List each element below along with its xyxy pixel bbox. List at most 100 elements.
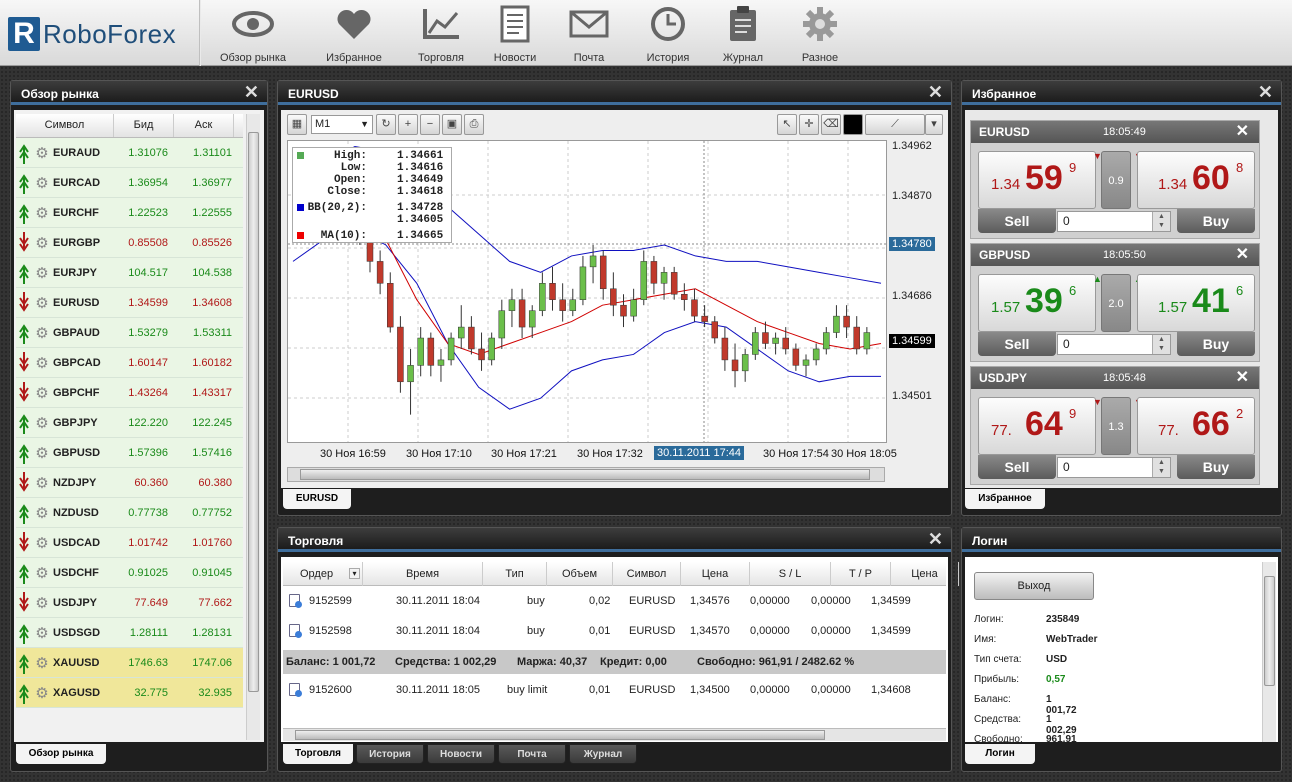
market-watch-row[interactable]: ⚙ USDSGD 1.28111 1.28131: [16, 618, 243, 648]
eraser-icon[interactable]: ⌫: [821, 114, 841, 135]
close-icon[interactable]: ✕: [1236, 244, 1249, 266]
lot-size-input[interactable]: 0 ▲ ▼: [1057, 457, 1171, 478]
column-bid[interactable]: Бид: [114, 114, 174, 137]
market-watch-row[interactable]: ⚙ GBPCHF 1.43264 1.43317: [16, 378, 243, 408]
symbol-settings-gear-icon[interactable]: ⚙: [34, 324, 50, 342]
market-watch-row[interactable]: ⚙ USDJPY 77.649 77.662: [16, 588, 243, 618]
tab-market-watch[interactable]: Обзор рынка: [16, 744, 106, 764]
market-watch-row[interactable]: ⚙ GBPJPY 122.220 122.245: [16, 408, 243, 438]
scrollbar-thumb[interactable]: [300, 469, 870, 480]
tab-trade-3[interactable]: Почта: [498, 744, 566, 764]
symbol-settings-gear-icon[interactable]: ⚙: [34, 444, 50, 462]
close-icon[interactable]: ✕: [244, 81, 259, 103]
chevron-down-icon[interactable]: ▾: [925, 114, 943, 135]
symbol-settings-gear-icon[interactable]: ⚙: [34, 234, 50, 252]
market-watch-row[interactable]: ⚙ EURGBP 0.85508 0.85526: [16, 228, 243, 258]
symbol-settings-gear-icon[interactable]: ⚙: [34, 144, 50, 162]
tab-favorites[interactable]: Избранное: [965, 489, 1045, 509]
close-icon[interactable]: ✕: [1236, 121, 1249, 143]
chart-type-icon[interactable]: ⟋: [865, 114, 925, 135]
order-row[interactable]: 9152600 30.11.2011 18:05 buy limit 0,01 EURU…: [283, 675, 946, 705]
symbol-settings-gear-icon[interactable]: ⚙: [34, 654, 50, 672]
tab-trade-0[interactable]: Торговля: [283, 744, 353, 764]
market-watch-scrollbar[interactable]: [246, 114, 260, 740]
market-watch-row[interactable]: ⚙ XAUUSD 1746.63 1747.06: [16, 648, 243, 678]
lot-size-input[interactable]: 0 ▲ ▼: [1057, 334, 1171, 355]
market-watch-row[interactable]: ⚙ USDCHF 0.91025 0.91045: [16, 558, 243, 588]
column-price[interactable]: Цена: [681, 562, 750, 586]
symbol-settings-gear-icon[interactable]: ⚙: [34, 504, 50, 522]
market-watch-row[interactable]: ⚙ EURCHF 1.22523 1.22555: [16, 198, 243, 228]
column-ask[interactable]: Аск: [174, 114, 234, 137]
symbol-settings-gear-icon[interactable]: ⚙: [34, 414, 50, 432]
market-watch-row[interactable]: ⚙ USDCAD 1.01742 1.01760: [16, 528, 243, 558]
nav-heart-button[interactable]: Избранное: [317, 0, 391, 66]
tab-trade-4[interactable]: Журнал: [569, 744, 637, 764]
market-watch-row[interactable]: ⚙ EURAUD 1.31076 1.31101: [16, 138, 243, 168]
close-icon[interactable]: ✕: [1258, 81, 1273, 103]
market-watch-row[interactable]: ⚙ EURUSD 1.34599 1.34608: [16, 288, 243, 318]
color-picker-icon[interactable]: [843, 114, 863, 135]
trade-hscrollbar[interactable]: [283, 728, 946, 741]
sell-quote[interactable]: 1.57 39 6: [978, 274, 1096, 332]
symbol-settings-gear-icon[interactable]: ⚙: [34, 564, 50, 582]
buy-quote[interactable]: 1.34 60 8: [1137, 151, 1255, 209]
buy-button[interactable]: Buy: [1177, 209, 1255, 233]
nav-chart-button[interactable]: Торговля: [404, 0, 478, 66]
nav-eye-button[interactable]: Обзор рынка: [210, 0, 296, 66]
scrollbar-thumb[interactable]: [248, 132, 259, 692]
column-symbol[interactable]: Символ: [16, 114, 114, 137]
market-watch-row[interactable]: ⚙ EURCAD 1.36954 1.36977: [16, 168, 243, 198]
nav-clipboard-button[interactable]: Журнал: [710, 0, 776, 66]
column-time[interactable]: Время: [363, 562, 483, 586]
lot-size-input[interactable]: 0 ▲ ▼: [1057, 211, 1171, 232]
tab-chart-eurusd[interactable]: EURUSD: [283, 489, 351, 509]
sell-quote[interactable]: 1.34 59 9: [978, 151, 1096, 209]
refresh-icon[interactable]: ↻: [376, 114, 396, 135]
market-watch-row[interactable]: ⚙ GBPAUD 1.53279 1.53311: [16, 318, 243, 348]
symbol-settings-gear-icon[interactable]: ⚙: [34, 474, 50, 492]
market-watch-row[interactable]: ⚙ XAGUSD 32.775 32.935: [16, 678, 243, 708]
nav-clock-button[interactable]: История: [630, 0, 706, 66]
indicators-icon[interactable]: ▦: [287, 114, 307, 135]
symbol-settings-gear-icon[interactable]: ⚙: [34, 294, 50, 312]
scrollbar-thumb[interactable]: [295, 730, 825, 740]
symbol-settings-gear-icon[interactable]: ⚙: [34, 684, 50, 702]
crosshair-icon[interactable]: ✛: [799, 114, 819, 135]
symbol-settings-gear-icon[interactable]: ⚙: [34, 534, 50, 552]
column-take-profit[interactable]: T / P: [831, 562, 891, 586]
symbol-settings-gear-icon[interactable]: ⚙: [34, 354, 50, 372]
scrollbar-thumb[interactable]: [1264, 576, 1275, 686]
buy-quote[interactable]: 1.57 41 6: [1137, 274, 1255, 332]
close-icon[interactable]: ✕: [928, 528, 943, 550]
column-symbol[interactable]: Символ: [613, 562, 681, 586]
tab-login[interactable]: Логин: [965, 744, 1035, 764]
chart-hscrollbar[interactable]: [287, 467, 885, 482]
market-watch-row[interactable]: ⚙ GBPUSD 1.57396 1.57416: [16, 438, 243, 468]
close-icon[interactable]: ✕: [1236, 367, 1249, 389]
market-watch-row[interactable]: ⚙ NZDUSD 0.77738 0.77752: [16, 498, 243, 528]
order-row[interactable]: 9152599 30.11.2011 18:04 buy 0,02 EURUSD 1,34…: [283, 586, 946, 616]
lot-stepper-icon[interactable]: ▲ ▼: [1152, 458, 1170, 477]
nav-gear-button[interactable]: Разное: [788, 0, 852, 66]
sell-button[interactable]: Sell: [978, 209, 1056, 233]
timeframe-select[interactable]: M1 ▼: [311, 115, 373, 134]
buy-button[interactable]: Buy: [1177, 455, 1255, 479]
lot-stepper-icon[interactable]: ▲ ▼: [1152, 212, 1170, 231]
login-scrollbar[interactable]: [1262, 562, 1276, 742]
buy-button[interactable]: Buy: [1177, 332, 1255, 356]
sell-quote[interactable]: 77. 64 9: [978, 397, 1096, 455]
order-row[interactable]: 9152598 30.11.2011 18:04 buy 0,01 EURUSD 1,34…: [283, 616, 946, 646]
print-icon[interactable]: ⎙: [464, 114, 484, 135]
tab-trade-1[interactable]: История: [356, 744, 424, 764]
zoom-in-icon[interactable]: +: [398, 114, 418, 135]
symbol-settings-gear-icon[interactable]: ⚙: [34, 384, 50, 402]
cursor-icon[interactable]: ↖: [777, 114, 797, 135]
symbol-settings-gear-icon[interactable]: ⚙: [34, 204, 50, 222]
sort-dropdown-icon[interactable]: ▾: [349, 568, 360, 579]
symbol-settings-gear-icon[interactable]: ⚙: [34, 624, 50, 642]
column-stop-loss[interactable]: S / L: [750, 562, 831, 586]
symbol-settings-gear-icon[interactable]: ⚙: [34, 174, 50, 192]
symbol-settings-gear-icon[interactable]: ⚙: [34, 594, 50, 612]
column-type[interactable]: Тип: [483, 562, 547, 586]
